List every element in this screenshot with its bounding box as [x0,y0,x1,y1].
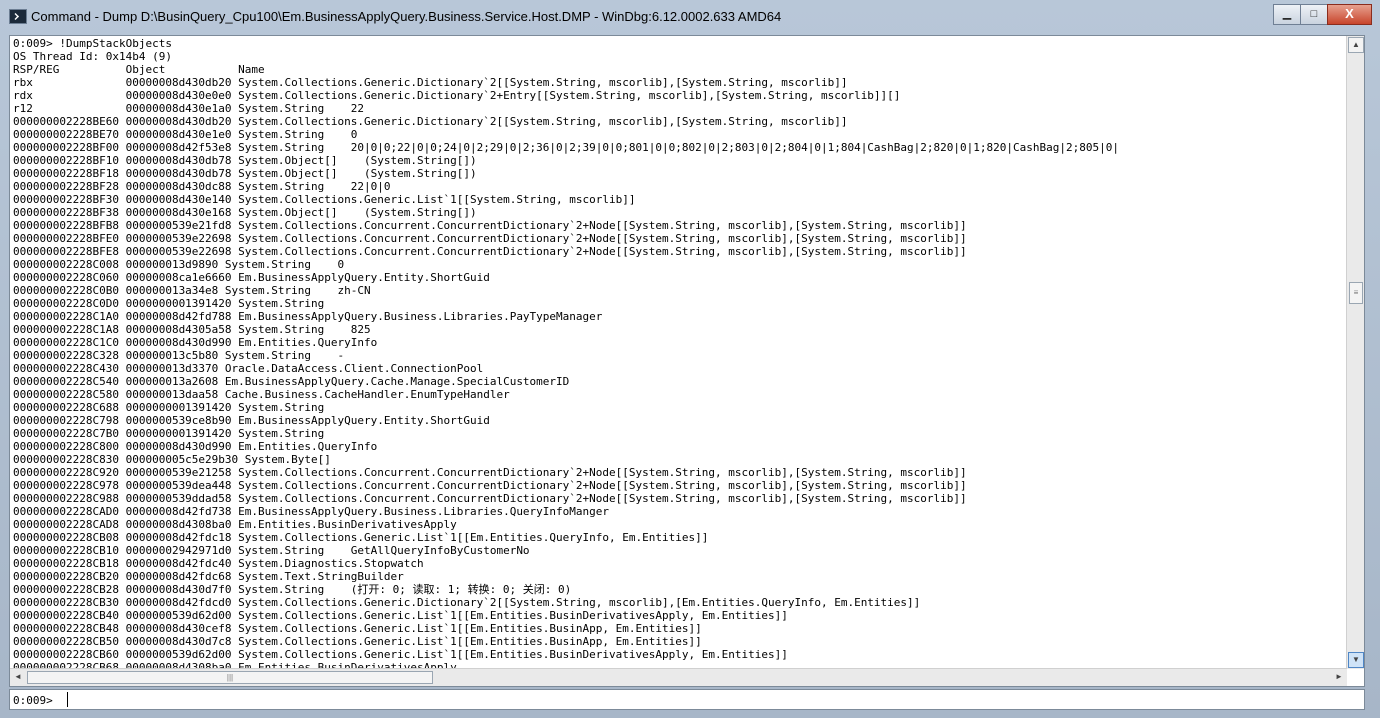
output-line: 000000002228C798 0000000539ce8b90 Em.Bus… [13,414,490,427]
output-line: 000000002228C580 000000013daa58 Cache.Bu… [13,388,510,401]
output-line: 000000002228BF38 00000008d430e168 System… [13,206,477,219]
output-line: 000000002228C1A0 00000008d42fd788 Em.Bus… [13,310,603,323]
output-line: 000000002228C1C0 00000008d430d990 Em.Ent… [13,336,378,349]
window-controls: ▁ □ X [1273,4,1372,25]
output-line: 000000002228C688 0000000001391420 System… [13,401,325,414]
output-line: 000000002228C008 000000013d9890 System.S… [13,258,345,271]
output-line: 000000002228CB48 00000008d430cef8 System… [13,622,702,635]
command-input-bar: 0:009> [9,689,1365,710]
vertical-scrollbar[interactable]: ▲ ≡ ▼ [1346,36,1364,669]
scroll-down-arrow-icon[interactable]: ▼ [1348,652,1364,668]
command-input[interactable] [67,692,1360,707]
command-output-pane[interactable]: 0:009> !DumpStackObjects OS Thread Id: 0x… [9,35,1365,687]
scroll-up-arrow-icon[interactable]: ▲ [1348,37,1364,53]
window-title: Command - Dump D:\BusinQuery_Cpu100\Em.B… [31,9,782,24]
output-line: 000000002228CAD8 00000008d4308ba0 Em.Ent… [13,518,457,531]
maximize-button[interactable]: □ [1300,4,1328,25]
output-line: 0:009> !DumpStackObjects [13,37,172,50]
output-line: 000000002228CB30 00000008d42fdcd0 System… [13,596,921,609]
output-line: 000000002228BFE8 0000000539e22698 System… [13,245,967,258]
output-line: 000000002228CB60 0000000539d62d00 System… [13,648,788,661]
output-line: 000000002228C988 0000000539ddad58 System… [13,492,967,505]
output-line: 000000002228BF18 00000008d430db78 System… [13,167,477,180]
output-line: 000000002228C0D0 0000000001391420 System… [13,297,325,310]
output-line: OS Thread Id: 0x14b4 (9) [13,50,172,63]
output-line: rdx 00000008d430e0e0 System.Collections.… [13,89,901,102]
vertical-scroll-thumb[interactable]: ≡ [1349,282,1363,304]
output-line: 000000002228CB18 00000008d42fdc40 System… [13,557,424,570]
output-line: r12 00000008d430e1a0 System.String 22 [13,102,364,115]
command-window-icon [9,9,27,24]
output-text[interactable]: 0:009> !DumpStackObjects OS Thread Id: 0x… [13,37,1347,669]
output-line: 000000002228C830 000000005c5e29b30 Syste… [13,453,331,466]
output-line: 000000002228C1A8 00000008d4305a58 System… [13,323,371,336]
output-line: 000000002228BE70 00000008d430e1e0 System… [13,128,358,141]
output-line: 000000002228BF28 00000008d430dc88 System… [13,180,391,193]
output-line: 000000002228BF30 00000008d430e140 System… [13,193,636,206]
output-line: 000000002228C060 00000008ca1e6660 Em.Bus… [13,271,490,284]
output-line: 000000002228BF10 00000008d430db78 System… [13,154,477,167]
output-line: 000000002228C920 0000000539e21258 System… [13,466,967,479]
horizontal-scrollbar[interactable]: ◄ ||| ► [10,668,1347,686]
output-line: RSP/REG Object Name [13,63,265,76]
output-line: 000000002228CB50 00000008d430d7c8 System… [13,635,702,648]
horizontal-scroll-thumb[interactable]: ||| [27,671,433,684]
output-line: 000000002228CB08 00000008d42fdc18 System… [13,531,709,544]
output-line: 000000002228C800 00000008d430d990 Em.Ent… [13,440,378,453]
minimize-button[interactable]: ▁ [1273,4,1301,25]
output-line: 000000002228CAD0 00000008d42fd738 Em.Bus… [13,505,610,518]
output-line: 000000002228BE60 00000008d430db20 System… [13,115,848,128]
output-line: 000000002228C328 000000013c5b80 System.S… [13,349,345,362]
output-line: 000000002228C978 0000000539dea448 System… [13,479,967,492]
output-line: 000000002228CB10 00000002942971d0 System… [13,544,530,557]
output-line: 000000002228BF00 00000008d42f53e8 System… [13,141,1119,154]
output-line: 000000002228C430 000000013d3370 Oracle.D… [13,362,484,375]
output-line: 000000002228C0B0 000000013a34e8 System.S… [13,284,371,297]
output-line: 000000002228C540 000000013a2608 Em.Busin… [13,375,570,388]
scroll-left-arrow-icon[interactable]: ◄ [11,670,25,684]
command-prompt: 0:009> [13,694,53,707]
output-line: 000000002228CB28 00000008d430d7f0 System… [13,583,572,596]
title-bar[interactable]: Command - Dump D:\BusinQuery_Cpu100\Em.B… [0,0,1380,31]
output-line: 000000002228BFE0 0000000539e22698 System… [13,232,967,245]
output-line: 000000002228CB40 0000000539d62d00 System… [13,609,788,622]
close-button[interactable]: X [1327,4,1372,25]
output-line: 000000002228CB20 00000008d42fdc68 System… [13,570,404,583]
output-line: 000000002228BFB8 0000000539e21fd8 System… [13,219,967,232]
output-line: rbx 00000008d430db20 System.Collections.… [13,76,848,89]
output-line: 000000002228C7B0 0000000001391420 System… [13,427,325,440]
windbg-command-window: Command - Dump D:\BusinQuery_Cpu100\Em.B… [0,0,1380,718]
scroll-right-arrow-icon[interactable]: ► [1332,670,1346,684]
